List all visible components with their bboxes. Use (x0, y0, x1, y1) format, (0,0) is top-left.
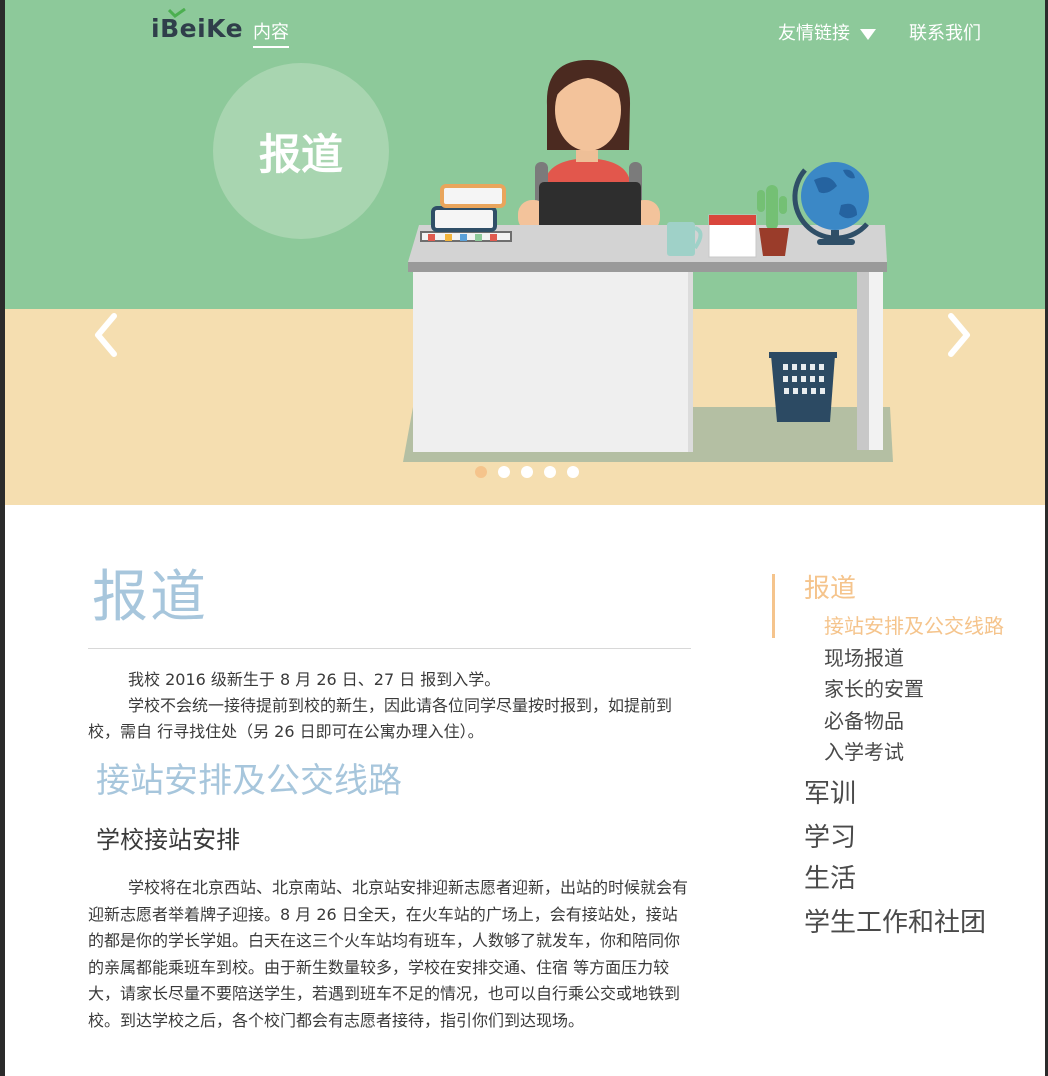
side-item-life[interactable]: 生活 (804, 862, 856, 896)
side-sub-item-onsite[interactable]: 现场报道 (824, 644, 904, 672)
carousel-prev-button[interactable] (88, 312, 128, 358)
body-paragraph: 学校将在北京西站、北京南站、北京站安排迎新志愿者迎新，出站的时候就会有迎新志愿者… (88, 878, 689, 1030)
site-logo[interactable]: iBeiKe (151, 8, 244, 43)
side-group-report[interactable]: 报道 (804, 572, 856, 606)
book-middle (431, 206, 497, 232)
hero-badge: 报道 (213, 63, 389, 239)
side-item-military[interactable]: 军训 (804, 777, 856, 811)
hero-banner: iBeiKe 内容 友情链接 联系我们 报道 (5, 0, 1045, 505)
nav-contact-link[interactable]: 联系我们 (909, 22, 981, 46)
title-divider (88, 648, 691, 649)
intro-paragraph-2: 学校不会统一接待提前到校的新生，因此请各位同学尽量按时报到，如提前到校，需自 行… (88, 696, 673, 741)
carousel-next-button[interactable] (937, 312, 977, 358)
logo-check-icon (168, 8, 186, 18)
section-title: 接站安排及公交线路 (96, 761, 402, 801)
desk-cabinet (413, 272, 690, 452)
desk-edge (408, 262, 887, 272)
side-sub-item-essentials[interactable]: 必备物品 (824, 707, 904, 735)
side-active-indicator (772, 574, 775, 638)
carousel-dot-5[interactable] (567, 466, 579, 478)
side-item-study[interactable]: 学习 (804, 821, 856, 855)
cactus-pot (759, 228, 789, 256)
subsection-title: 学校接站安排 (96, 826, 240, 854)
globe-base (817, 239, 855, 245)
desk-cabinet-side (688, 272, 693, 452)
caret-down-icon (860, 28, 876, 40)
cactus (766, 185, 778, 230)
side-item-student-work[interactable]: 学生工作和社团 (804, 906, 986, 940)
side-sub-item-pickup[interactable]: 接站安排及公交线路 (824, 612, 1004, 640)
hero-badge-text: 报道 (258, 129, 343, 179)
carousel-dot-3[interactable] (521, 466, 533, 478)
carousel-dot-2[interactable] (498, 466, 510, 478)
chevron-left-icon (95, 313, 117, 357)
book-top (440, 184, 506, 208)
side-sub-item-exam[interactable]: 入学考试 (824, 738, 904, 766)
carousel-dot-4[interactable] (544, 466, 556, 478)
nav-content-link[interactable]: 内容 (253, 22, 289, 48)
intro-paragraph-1: 我校 2016 级新生于 8 月 26 日、27 日 报到入学。 (128, 670, 501, 689)
side-sub-item-parents[interactable]: 家长的安置 (824, 675, 924, 703)
nav-friend-links-dropdown[interactable]: 友情链接 (778, 22, 876, 46)
carousel-dot-1[interactable] (475, 466, 487, 478)
chevron-right-icon (948, 313, 970, 357)
carousel-indicators (475, 466, 579, 478)
desk-leg-face (869, 272, 883, 450)
article-content: 报道 我校 2016 级新生于 8 月 26 日、27 日 报到入学。 学校不会… (88, 560, 693, 1034)
desk-leg (857, 272, 869, 450)
globe (801, 162, 869, 230)
page-title: 报道 (92, 565, 208, 630)
nav-friend-links-label: 友情链接 (778, 23, 850, 44)
logo-text: iBeiKe (151, 14, 244, 43)
mug (667, 222, 695, 256)
desk-illustration (403, 60, 893, 462)
